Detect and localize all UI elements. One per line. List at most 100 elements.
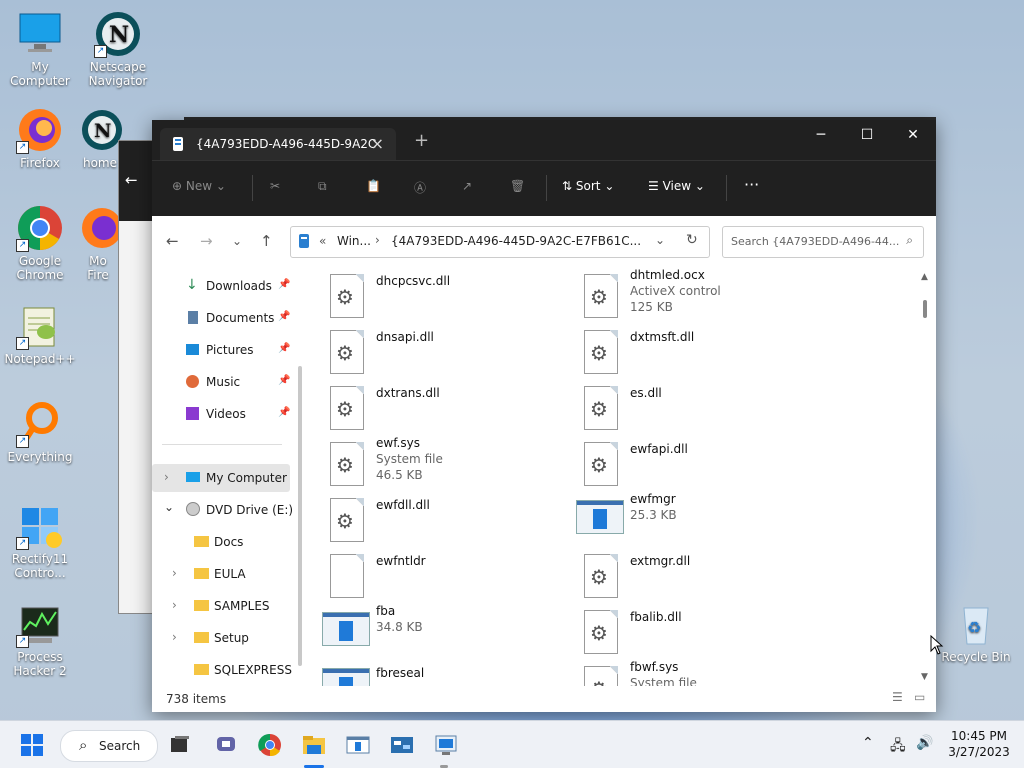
file-name: ewfdll.dll: [376, 498, 430, 512]
sidebar-item-sqlexpress[interactable]: SQLEXPRESS: [152, 656, 292, 684]
file-item[interactable]: ⚙ dhtmled.ocx ActiveX control 125 KB: [584, 268, 834, 330]
tiles-view-icon[interactable]: ▭: [914, 690, 925, 704]
rectify11-desktop-icon[interactable]: ↗ Rectify11 Contro...: [0, 502, 80, 580]
explorer-tab[interactable]: {4A793EDD-A496-445D-9A2C ×: [160, 128, 396, 160]
scroll-up-icon[interactable]: ▲: [921, 272, 928, 282]
svg-text:N: N: [109, 22, 129, 48]
forward-button[interactable]: →: [200, 232, 213, 250]
file-item[interactable]: ⚙ dnsapi.dll: [330, 330, 580, 386]
refresh-icon[interactable]: ↻: [686, 232, 698, 248]
recent-locations-button[interactable]: ⌄: [232, 234, 242, 248]
sidebar-item-setup[interactable]: › Setup: [152, 624, 292, 652]
sidebar-item-docs[interactable]: Docs: [152, 528, 292, 556]
sidebar-item-my-computer[interactable]: › My Computer: [152, 464, 290, 492]
search-box[interactable]: Search {4A793EDD-A496-44... ⌕: [722, 226, 924, 258]
close-tab-icon[interactable]: ×: [371, 134, 384, 153]
sidebar-item-dvd-drive[interactable]: ⌄ DVD Drive (E:) W: [152, 496, 292, 524]
delete-icon[interactable]: 🗑: [510, 179, 525, 193]
file-item[interactable]: ⚙ ewfdll.dll: [330, 498, 580, 554]
breadcrumb-windows[interactable]: Win...: [337, 234, 371, 248]
taskbar-search[interactable]: ⌕ Search: [60, 730, 158, 762]
file-item[interactable]: ewfmgr 25.3 KB: [576, 492, 834, 554]
control-panel-icon[interactable]: [390, 733, 414, 757]
minimize-button[interactable]: ─: [798, 120, 844, 152]
remote-desktop-icon[interactable]: [434, 733, 458, 757]
chrome-desktop-icon[interactable]: ↗ Google Chrome: [0, 204, 80, 282]
desktop-icon-label: Firefox: [20, 156, 60, 170]
view-button[interactable]: ☰ View ⌄: [648, 179, 705, 193]
sidebar-item-downloads[interactable]: ↓ Downloads 📌: [152, 272, 292, 300]
clock[interactable]: 10:45 PM 3/27/2023: [946, 729, 1012, 759]
copy-icon[interactable]: ⧉: [318, 179, 327, 194]
new-button[interactable]: ⊕ New ⌄: [172, 179, 226, 193]
file-explorer-taskbar-icon[interactable]: [302, 733, 326, 757]
firefox-desktop-icon[interactable]: ↗ Firefox: [0, 106, 80, 170]
maximize-button[interactable]: ☐: [844, 120, 890, 152]
netscape-desktop-icon[interactable]: N ↗ Netscape Navigator: [78, 10, 158, 88]
chevron-down-icon[interactable]: ⌄: [164, 500, 174, 514]
task-view-icon[interactable]: [168, 733, 192, 757]
window-app-icon[interactable]: [346, 733, 370, 757]
overflow-chevron[interactable]: «: [319, 234, 326, 248]
address-bar[interactable]: « Win... › {4A793EDD-A496-445D-9A2C-E7FB…: [290, 226, 710, 258]
sidebar-item-label: DVD Drive (E:) W: [206, 503, 292, 517]
sidebar-item-documents[interactable]: Documents 📌: [152, 304, 292, 332]
show-hidden-icons-icon[interactable]: ⌃: [862, 735, 874, 751]
chat-icon[interactable]: [214, 733, 238, 757]
more-options-button[interactable]: ···: [744, 175, 759, 194]
sidebar-item-music[interactable]: Music 📌: [152, 368, 292, 396]
cut-icon[interactable]: ✂: [270, 179, 280, 193]
start-button[interactable]: [20, 733, 44, 757]
title-bar[interactable]: {4A793EDD-A496-445D-9A2C × + ─ ☐ ✕: [152, 120, 936, 160]
paste-icon[interactable]: 📋: [366, 179, 381, 193]
file-item[interactable]: ⚙ dxtmsft.dll: [584, 330, 834, 386]
sidebar-scrollbar[interactable]: [298, 366, 302, 666]
scrollbar-thumb[interactable]: [923, 300, 927, 318]
chevron-right-icon[interactable]: ›: [172, 566, 177, 580]
chevron-right-icon[interactable]: ›: [164, 470, 169, 484]
chevron-right-icon[interactable]: ›: [172, 630, 177, 644]
clock-time: 10:45 PM: [951, 729, 1007, 743]
magnifier-icon: ↗: [16, 400, 64, 448]
file-item[interactable]: ⚙ fbalib.dll: [584, 610, 834, 666]
rename-icon[interactable]: Ⓐ: [414, 179, 426, 196]
scroll-down-icon[interactable]: ▼: [921, 672, 928, 682]
file-item[interactable]: ⚙ extmgr.dll: [584, 554, 834, 610]
file-item[interactable]: ⚙ dxtrans.dll: [330, 386, 580, 442]
sidebar-item-eula[interactable]: › EULA: [152, 560, 292, 588]
chevron-right-icon[interactable]: ›: [172, 598, 177, 612]
up-button[interactable]: ↑: [260, 232, 273, 250]
home-desktop-icon[interactable]: N home: [78, 106, 122, 170]
sidebar-item-samples[interactable]: › SAMPLES: [152, 592, 292, 620]
close-button[interactable]: ✕: [890, 120, 936, 152]
recycle-bin-desktop-icon[interactable]: ♻ Recycle Bin: [936, 600, 1016, 664]
file-item[interactable]: ⚙ fbwf.sys System file: [584, 660, 834, 686]
sidebar-item-videos[interactable]: Videos 📌: [152, 400, 292, 428]
file-item[interactable]: ⚙ dhcpcsvc.dll: [330, 274, 580, 330]
mozilla-firefox-desktop-icon[interactable]: Mo Fire: [78, 204, 118, 282]
chrome-icon[interactable]: [258, 733, 282, 757]
breadcrumb-folder[interactable]: {4A793EDD-A496-445D-9A2C-E7FB61C...: [391, 234, 641, 248]
details-view-icon[interactable]: ☰: [892, 690, 903, 704]
back-button[interactable]: ←: [166, 232, 179, 250]
new-tab-icon[interactable]: +: [414, 130, 429, 151]
process-hacker-desktop-icon[interactable]: ↗ Process Hacker 2: [0, 600, 80, 678]
my-computer-desktop-icon[interactable]: My Computer: [0, 10, 80, 88]
gear-icon: ⚙: [336, 341, 354, 365]
file-explorer-window[interactable]: {4A793EDD-A496-445D-9A2C × + ─ ☐ ✕ ⊕ New…: [152, 120, 936, 712]
sort-button[interactable]: ⇅ Sort ⌄: [562, 179, 614, 193]
file-item[interactable]: ⚙ ewf.sys System file 46.5 KB: [330, 436, 580, 498]
everything-desktop-icon[interactable]: ↗ Everything: [0, 400, 80, 464]
file-item[interactable]: fbreseal: [322, 666, 580, 686]
file-item[interactable]: ⚙ ewfapi.dll: [584, 442, 834, 498]
notepadpp-desktop-icon[interactable]: ↗ Notepad++: [0, 302, 80, 366]
file-item[interactable]: ewfntldr: [330, 554, 580, 610]
volume-icon[interactable]: 🔊: [916, 735, 933, 751]
file-item[interactable]: ⚙ es.dll: [584, 386, 834, 442]
file-item[interactable]: fba 34.8 KB: [322, 604, 580, 666]
share-icon[interactable]: ↗: [462, 179, 472, 193]
vertical-scrollbar[interactable]: ▲ ▼: [918, 270, 932, 688]
network-icon[interactable]: 🖧: [890, 735, 906, 759]
sidebar-item-pictures[interactable]: Pictures 📌: [152, 336, 292, 364]
address-dropdown-icon[interactable]: ⌄: [655, 233, 665, 247]
